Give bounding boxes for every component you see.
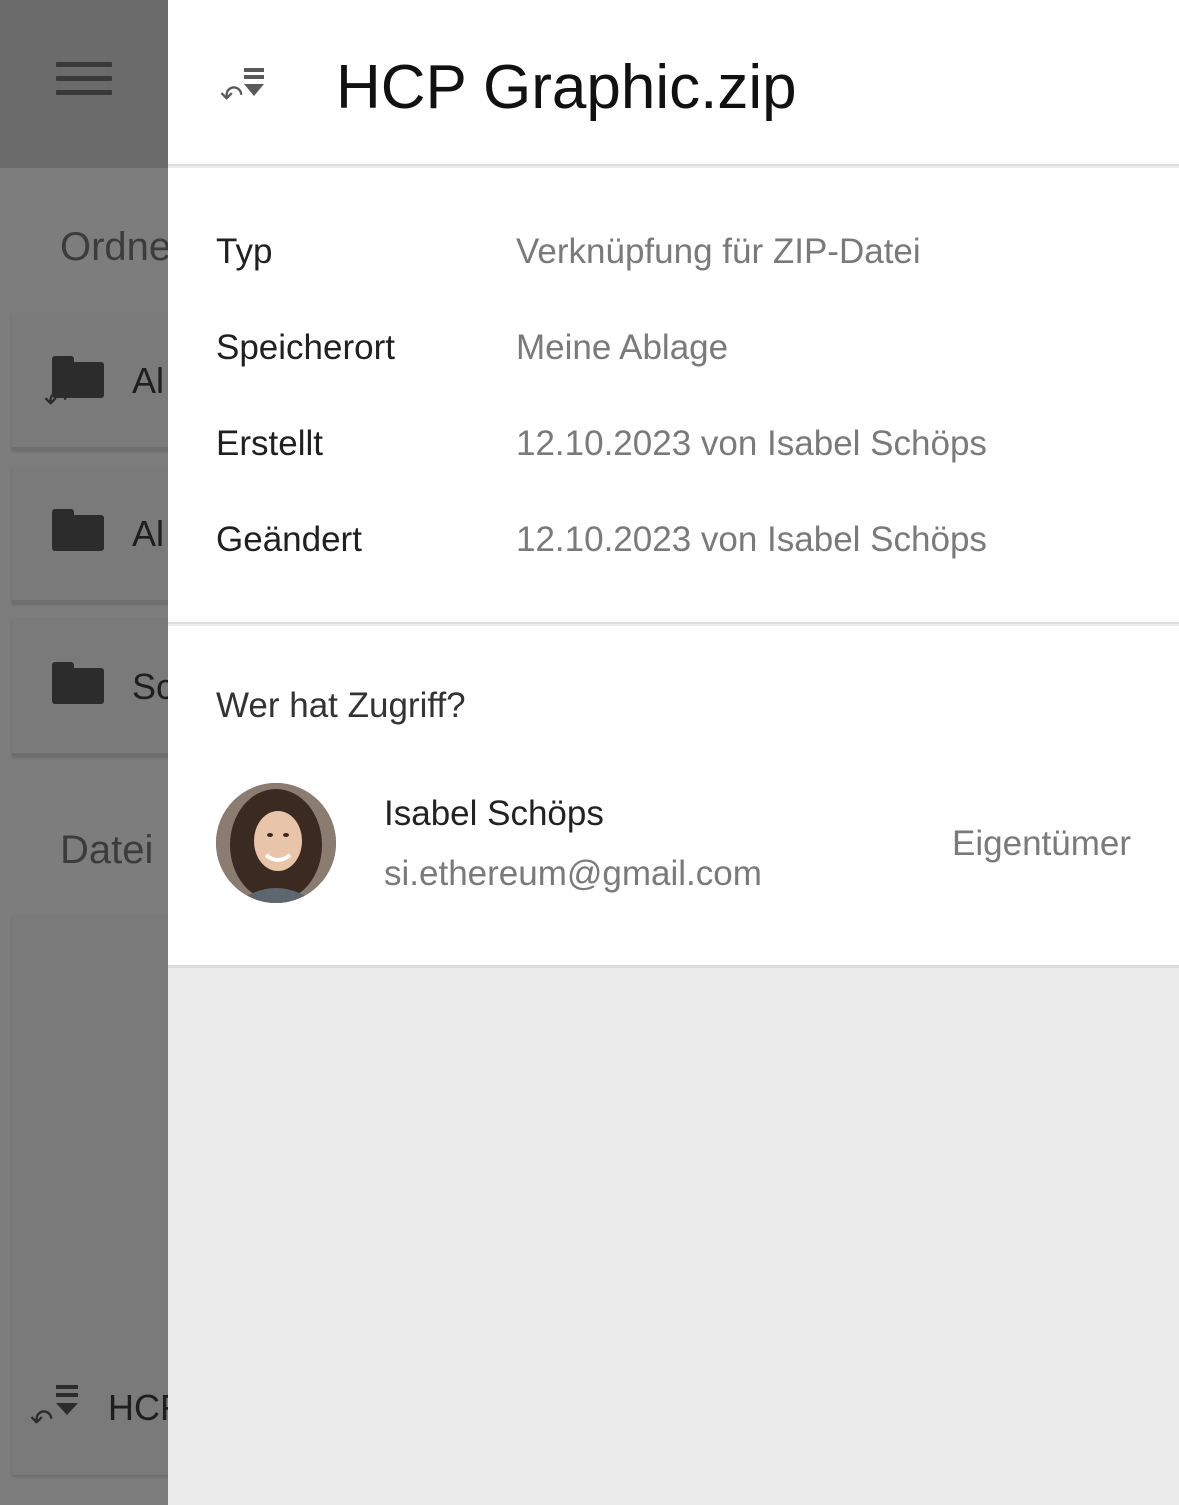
- files-section-label: Datei: [60, 828, 154, 872]
- detail-value: Meine Ablage: [516, 328, 729, 367]
- detail-key: Erstellt: [216, 424, 323, 463]
- file-title: HCP Graphic.zip: [336, 53, 797, 122]
- detail-value: 12.10.2023 von Isabel Schöps: [516, 424, 987, 463]
- panel-header: ↶ HCP Graphic.zip: [168, 0, 1179, 166]
- folder-icon: [52, 509, 104, 551]
- detail-row-location: Speicherort Meine Ablage: [216, 328, 1176, 388]
- detail-row-created: Erstellt 12.10.2023 von Isabel Schöps: [216, 424, 1176, 484]
- folders-section-label: Ordne: [60, 225, 172, 269]
- detail-key: Speicherort: [216, 328, 395, 367]
- folder-label: Al: [132, 513, 165, 554]
- detail-row-modified: Geändert 12.10.2023 von Isabel Schöps: [216, 520, 1176, 580]
- avatar[interactable]: [216, 783, 336, 903]
- detail-value: Verknüpfung für ZIP-Datei: [516, 232, 921, 271]
- detail-row-type: Typ Verknüpfung für ZIP-Datei: [216, 232, 1176, 292]
- user-role: Eigentümer: [952, 824, 1131, 863]
- access-section: Wer hat Zugriff? Isabel Schöps si.ethere…: [168, 626, 1179, 968]
- user-email: si.ethereum@gmail.com: [384, 854, 762, 893]
- file-details-panel: ↶ HCP Graphic.zip Typ Verknüpfung für ZI…: [168, 0, 1179, 1505]
- folder-label: Al: [132, 360, 165, 401]
- file-details: Typ Verknüpfung für ZIP-Datei Speicheror…: [168, 168, 1179, 624]
- detail-key: Typ: [216, 232, 273, 271]
- access-title: Wer hat Zugriff?: [216, 686, 466, 725]
- user-name: Isabel Schöps: [384, 794, 604, 833]
- hamburger-menu-icon[interactable]: [56, 62, 112, 102]
- detail-key: Geändert: [216, 520, 362, 559]
- shortcut-arrow-icon: ↶: [44, 385, 68, 416]
- folder-icon: [52, 662, 104, 704]
- zip-shortcut-icon: ↶: [30, 1404, 54, 1435]
- zip-shortcut-icon: ↶: [220, 64, 268, 116]
- detail-value: 12.10.2023 von Isabel Schöps: [516, 520, 987, 559]
